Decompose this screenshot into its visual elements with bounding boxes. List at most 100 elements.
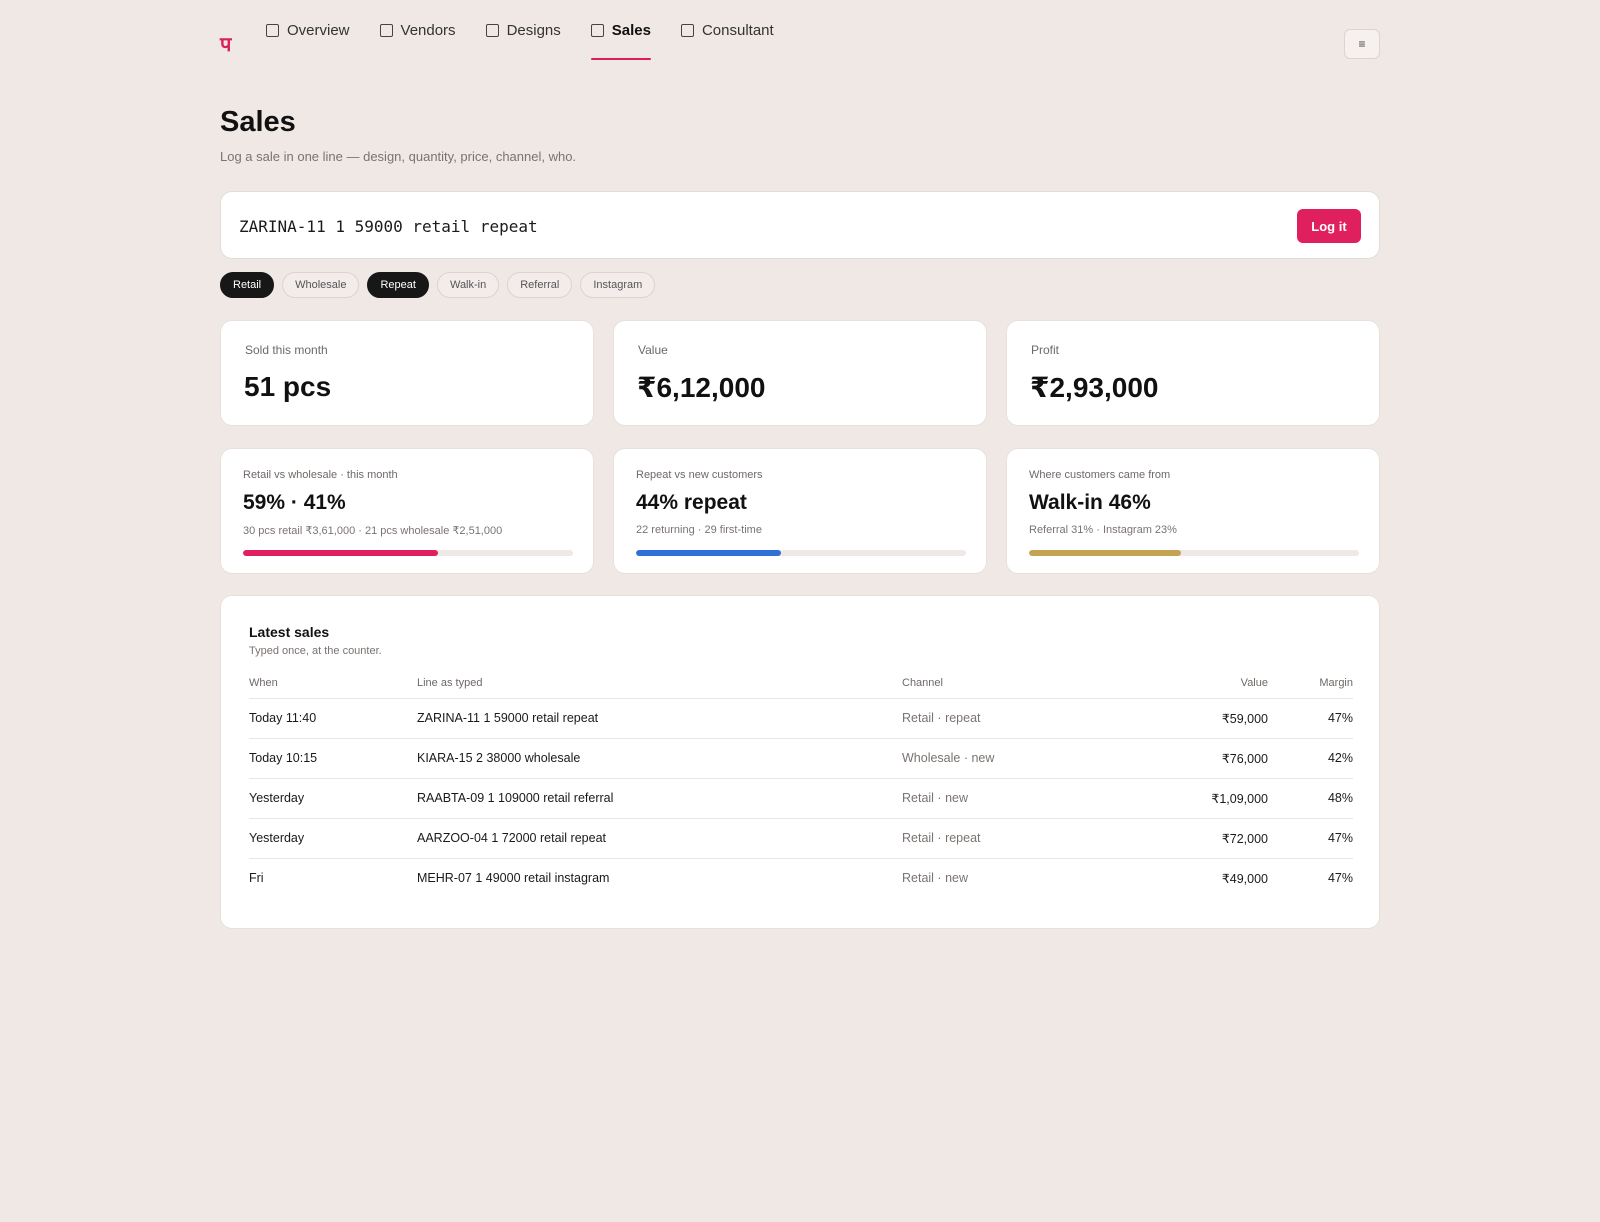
section-subtitle: Typed once, at the counter. bbox=[249, 645, 382, 657]
sale-entry-bar: Log it bbox=[220, 191, 1380, 259]
cell-line: ZARINA-11 1 59000 retail repeat bbox=[417, 698, 902, 739]
cell-when: Yesterday bbox=[249, 778, 417, 819]
chip-repeat[interactable]: Repeat bbox=[367, 272, 429, 298]
mix-value: 59% · 41% bbox=[243, 491, 346, 514]
cell-channel: Retail · repeat bbox=[902, 818, 1163, 859]
menu-button[interactable]: ≡ bbox=[1344, 29, 1380, 59]
brand-logo[interactable]: प bbox=[220, 30, 231, 57]
quick-tag-chips: Retail Wholesale Repeat Walk-in Referral… bbox=[220, 272, 663, 298]
cell-channel: Retail · new bbox=[902, 778, 1163, 819]
sale-line-input[interactable] bbox=[239, 210, 1239, 242]
cell-line: KIARA-15 2 38000 wholesale bbox=[417, 738, 902, 779]
mix-label: Retail vs wholesale · this month bbox=[243, 469, 398, 481]
page-subtitle: Log a sale in one line — design, quantit… bbox=[220, 149, 577, 164]
cell-line: MEHR-07 1 49000 retail instagram bbox=[417, 871, 610, 886]
table-header-row: When Line as typed Channel Value Margin bbox=[249, 668, 1353, 699]
col-when: When bbox=[249, 668, 417, 699]
col-line: Line as typed bbox=[417, 668, 902, 699]
progress-track bbox=[636, 550, 966, 556]
table-row[interactable]: Fri MEHR-07 1 49000 retail instagram Ret… bbox=[249, 858, 1353, 898]
tab-consultant[interactable]: Consultant bbox=[680, 0, 774, 60]
checkbox-icon bbox=[379, 23, 393, 37]
tab-designs[interactable]: Designs bbox=[485, 0, 561, 60]
tab-vendors[interactable]: Vendors bbox=[379, 0, 456, 60]
mix-label: Repeat vs new customers bbox=[636, 469, 763, 481]
chip-wholesale[interactable]: Wholesale bbox=[282, 272, 360, 298]
mix-detail: Referral 31% · Instagram 23% bbox=[1029, 524, 1177, 536]
latest-sales-card: Latest sales Typed once, at the counter.… bbox=[220, 595, 1380, 929]
mix-card-repeat-new: Repeat vs new customers 44% repeat 22 re… bbox=[613, 448, 987, 574]
stat-label: Sold this month bbox=[245, 343, 328, 357]
cell-when: Today 11:40 bbox=[249, 698, 417, 739]
tab-label: Consultant bbox=[701, 21, 774, 39]
stat-value: 51 pcs bbox=[244, 371, 332, 402]
cell-margin: 47% bbox=[1268, 698, 1353, 739]
tab-label: Sales bbox=[611, 21, 651, 39]
checkbox-icon bbox=[590, 23, 604, 37]
cell-margin: 48% bbox=[1268, 778, 1353, 819]
stat-card-sold: Sold this month 51 pcs bbox=[220, 320, 594, 426]
col-channel: Channel bbox=[902, 668, 1163, 699]
mix-card-retail-wholesale: Retail vs wholesale · this month 59% · 4… bbox=[220, 448, 594, 574]
cell-margin: 42% bbox=[1268, 738, 1353, 779]
tab-label: Overview bbox=[287, 21, 350, 39]
nav-tabs: Overview Vendors Designs Sales Consultan… bbox=[266, 0, 804, 60]
checkbox-icon bbox=[485, 23, 499, 37]
mix-value: 44% repeat bbox=[636, 491, 747, 514]
progress-fill bbox=[636, 550, 782, 556]
chip-walk-in[interactable]: Walk-in bbox=[436, 272, 500, 298]
cell-value: ₹59,000 bbox=[1163, 698, 1268, 739]
latest-sales-table: When Line as typed Channel Value Margin … bbox=[249, 668, 1353, 898]
progress-track bbox=[243, 550, 573, 556]
cell-when: Yesterday bbox=[249, 818, 417, 859]
col-margin: Margin bbox=[1268, 668, 1353, 699]
chip-referral[interactable]: Referral bbox=[507, 272, 573, 298]
table-row[interactable]: Yesterday AARZOO-04 1 72000 retail repea… bbox=[249, 818, 1353, 859]
col-value: Value bbox=[1163, 668, 1268, 699]
stat-value: ₹2,93,000 bbox=[1030, 372, 1159, 403]
page-title: Sales bbox=[220, 106, 296, 138]
table-row[interactable]: Today 11:40 ZARINA-11 1 59000 retail rep… bbox=[249, 698, 1353, 739]
progress-fill bbox=[1029, 550, 1181, 556]
tab-overview[interactable]: Overview bbox=[266, 0, 350, 60]
checkbox-icon bbox=[266, 23, 279, 37]
checkbox-icon bbox=[680, 23, 694, 37]
cell-margin: 47% bbox=[1268, 818, 1353, 859]
stat-value: ₹6,12,000 bbox=[637, 372, 766, 403]
cell-line: AARZOO-04 1 72000 retail repeat bbox=[417, 818, 902, 859]
stat-label: Profit bbox=[1031, 343, 1060, 357]
top-nav: प Overview Vendors Designs Sales Consult… bbox=[220, 0, 1380, 72]
chip-instagram[interactable]: Instagram bbox=[580, 272, 656, 298]
progress-track bbox=[1029, 550, 1359, 556]
cell-value: ₹1,09,000 bbox=[1163, 778, 1268, 819]
cell-value: ₹49,000 bbox=[1221, 871, 1268, 886]
app-root: प Overview Vendors Designs Sales Consult… bbox=[220, 0, 1380, 929]
chip-retail[interactable]: Retail bbox=[220, 272, 275, 298]
cell-channel: Wholesale · new bbox=[902, 738, 1163, 779]
cell-value: ₹76,000 bbox=[1163, 738, 1268, 779]
progress-fill bbox=[243, 550, 438, 556]
section-title: Latest sales bbox=[249, 624, 330, 640]
table-row[interactable]: Yesterday RAABTA-09 1 109000 retail refe… bbox=[249, 778, 1353, 819]
cell-channel: Retail · new bbox=[902, 871, 968, 886]
mix-detail: 30 pcs retail ₹3,61,000 · 21 pcs wholesa… bbox=[243, 525, 503, 537]
mix-detail: 22 returning · 29 first-time bbox=[636, 524, 762, 536]
mix-value: Walk-in 46% bbox=[1029, 491, 1151, 514]
tab-label: Vendors bbox=[400, 21, 456, 39]
hamburger-icon: ≡ bbox=[1358, 37, 1366, 51]
cell-channel: Retail · repeat bbox=[902, 698, 1163, 739]
cell-margin: 47% bbox=[1327, 871, 1353, 886]
table-row[interactable]: Today 10:15 KIARA-15 2 38000 wholesale W… bbox=[249, 738, 1353, 779]
tab-label: Designs bbox=[506, 21, 561, 39]
mix-card-sources: Where customers came from Walk-in 46% Re… bbox=[1006, 448, 1380, 574]
log-it-button[interactable]: Log it bbox=[1297, 209, 1361, 243]
stat-label: Value bbox=[638, 343, 668, 357]
tab-sales[interactable]: Sales bbox=[590, 0, 652, 60]
cell-when: Today 10:15 bbox=[249, 738, 417, 779]
cell-value: ₹72,000 bbox=[1163, 818, 1268, 859]
cell-line: RAABTA-09 1 109000 retail referral bbox=[417, 778, 902, 819]
cell-when: Fri bbox=[249, 871, 264, 886]
stat-card-value: Value ₹6,12,000 bbox=[613, 320, 987, 426]
mix-label: Where customers came from bbox=[1029, 469, 1171, 481]
stat-card-profit: Profit ₹2,93,000 bbox=[1006, 320, 1380, 426]
